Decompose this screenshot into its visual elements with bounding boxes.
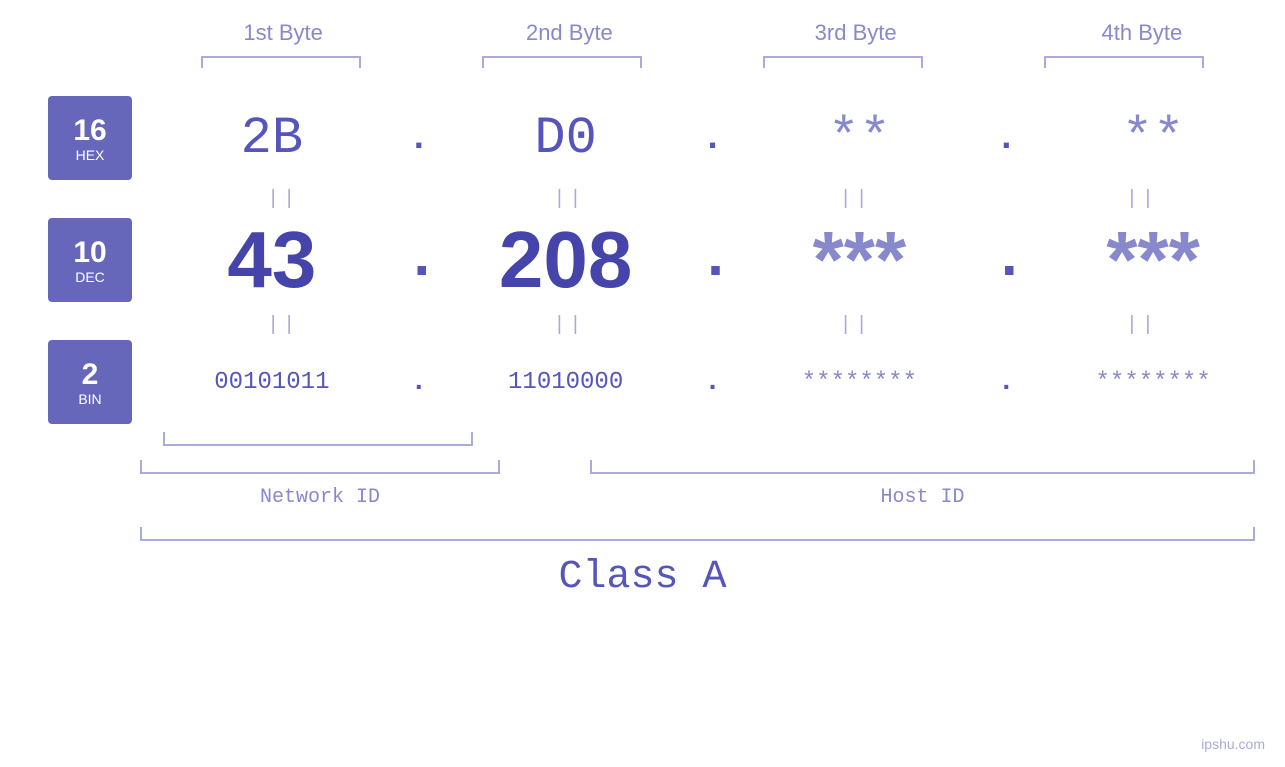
bin-byte-1: 00101011 [140, 369, 404, 396]
host-id-label: Host ID [880, 486, 964, 509]
spacer-1 [495, 432, 525, 452]
eq-1-2: || [426, 188, 712, 211]
class-label: Class A [558, 555, 726, 600]
hex-byte-2: D0 [434, 109, 698, 168]
bin-row: 2 BIN 00101011 . 11010000 . ******** . *… [0, 340, 1285, 424]
dec-values: 43 . 208 . *** . *** [140, 214, 1285, 306]
dec-val-3: *** [813, 214, 906, 306]
bin-dot-2: . [698, 367, 728, 398]
network-id-label-container: Network ID [140, 486, 500, 509]
hex-byte-1: 2B [140, 109, 404, 168]
dec-dot-2: . [698, 226, 728, 294]
host-id-label-container: Host ID [590, 486, 1255, 509]
net-id-bracket [140, 460, 500, 474]
bottom-brackets-improved [0, 460, 1285, 480]
eq-2-3: || [713, 314, 999, 337]
bin-dot-1: . [404, 367, 434, 398]
bin-byte-3: ******** [728, 369, 992, 396]
eq-2-2: || [426, 314, 712, 337]
bin-val-3: ******** [802, 369, 917, 396]
byte-label-3: 3rd Byte [713, 20, 999, 46]
top-bracket-2 [421, 56, 702, 76]
id-labels-row: Network ID Host ID [0, 486, 1285, 509]
dec-byte-4: *** [1021, 214, 1285, 306]
bracket-line-1 [201, 56, 361, 68]
dec-badge-num: 10 [73, 236, 106, 269]
bin-byte-4: ******** [1021, 369, 1285, 396]
dec-byte-2: 208 [434, 214, 698, 306]
bracket-line-2 [482, 56, 642, 68]
bin-badge-label: BIN [78, 391, 101, 407]
hex-dot-3: . [991, 118, 1021, 159]
hex-badge-num: 16 [73, 114, 106, 147]
eq-2-4: || [999, 314, 1285, 337]
eq-1-4: || [999, 188, 1285, 211]
bottom-brackets-row [0, 432, 1285, 452]
spacer-2 [880, 432, 910, 452]
equals-row-1: || || || || [0, 184, 1285, 214]
byte-header-row: 1st Byte 2nd Byte 3rd Byte 4th Byte [0, 0, 1285, 46]
bin-badge-num: 2 [82, 358, 99, 391]
hex-badge: 16 HEX [48, 96, 132, 180]
hex-badge-label: HEX [76, 147, 105, 163]
dec-val-4: *** [1106, 214, 1199, 306]
bracket-line-3 [763, 56, 923, 68]
dec-badge: 10 DEC [48, 218, 132, 302]
net-bracket-line [163, 432, 473, 446]
class-row: Class A [0, 555, 1285, 600]
bin-byte-2: 11010000 [434, 369, 698, 396]
bin-val-4: ******** [1096, 369, 1211, 396]
dec-byte-1: 43 [140, 214, 404, 306]
byte-label-1: 1st Byte [140, 20, 426, 46]
hex-val-4: ** [1122, 109, 1184, 168]
bin-dot-3: . [991, 367, 1021, 398]
top-brackets [0, 56, 1285, 76]
full-bracket-line [140, 527, 1255, 541]
full-bracket-row [0, 527, 1285, 547]
top-bracket-4 [984, 56, 1265, 76]
host-bracket-left-col [525, 432, 880, 452]
hex-row: 16 HEX 2B . D0 . ** . ** [0, 96, 1285, 180]
dec-badge-label: DEC [75, 269, 105, 285]
bin-values: 00101011 . 11010000 . ******** . *******… [140, 367, 1285, 398]
bin-val-2: 11010000 [508, 369, 623, 396]
dec-row: 10 DEC 43 . 208 . *** . *** [0, 214, 1285, 306]
dec-val-2: 208 [499, 214, 632, 306]
host-id-bracket [590, 460, 1255, 474]
network-id-label: Network ID [260, 486, 380, 509]
dec-dot-1: . [404, 226, 434, 294]
top-bracket-1 [140, 56, 421, 76]
net-bracket-col [140, 432, 495, 452]
footer: ipshu.com [1201, 736, 1265, 752]
hex-val-3: ** [828, 109, 890, 168]
hex-byte-4: ** [1021, 109, 1285, 168]
equals-row-2: || || || || [0, 310, 1285, 340]
hex-val-2: D0 [534, 109, 596, 168]
main-container: 1st Byte 2nd Byte 3rd Byte 4th Byte 16 H… [0, 0, 1285, 767]
dec-byte-3: *** [728, 214, 992, 306]
eq-1-1: || [140, 188, 426, 211]
hex-val-1: 2B [241, 109, 303, 168]
hex-byte-3: ** [728, 109, 992, 168]
top-bracket-3 [703, 56, 984, 76]
byte-label-2: 2nd Byte [426, 20, 712, 46]
dec-dot-3: . [991, 226, 1021, 294]
eq-2-1: || [140, 314, 426, 337]
dec-val-1: 43 [227, 214, 316, 306]
hex-values: 2B . D0 . ** . ** [140, 109, 1285, 168]
bracket-line-4 [1044, 56, 1204, 68]
bin-badge: 2 BIN [48, 340, 132, 424]
hex-dot-1: . [404, 118, 434, 159]
host-bracket-right-col [910, 432, 1265, 452]
byte-label-4: 4th Byte [999, 20, 1285, 46]
bin-val-1: 00101011 [214, 369, 329, 396]
eq-1-3: || [713, 188, 999, 211]
hex-dot-2: . [698, 118, 728, 159]
